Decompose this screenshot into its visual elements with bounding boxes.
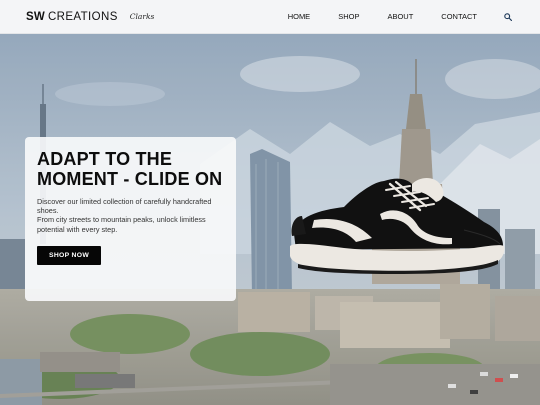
search-icon bbox=[504, 12, 512, 21]
main-nav: HOME SHOP ABOUT CONTACT bbox=[288, 11, 514, 23]
brand-name-rest: CREATIONS bbox=[47, 10, 118, 23]
nav-about[interactable]: ABOUT bbox=[387, 12, 413, 21]
hero-title: ADAPT TO THE MOMENT - CLIDE ON bbox=[37, 149, 223, 189]
nav-contact[interactable]: CONTACT bbox=[441, 12, 477, 21]
sneaker-product-image bbox=[290, 178, 505, 274]
hero-description: Discover our limited collection of caref… bbox=[37, 197, 224, 234]
hero-section: ADAPT TO THE MOMENT - CLIDE ON Discover … bbox=[0, 34, 540, 405]
partner-logo: Clarks bbox=[129, 12, 155, 21]
shop-now-button[interactable]: SHOP NOW bbox=[37, 245, 102, 265]
nav-shop[interactable]: SHOP bbox=[338, 12, 359, 21]
hero-card: ADAPT TO THE MOMENT - CLIDE ON Discover … bbox=[25, 137, 236, 301]
brand-name-bold: SW bbox=[26, 10, 45, 23]
top-navbar: SW CREATIONS Clarks HOME SHOP ABOUT CONT… bbox=[0, 0, 540, 34]
nav-home[interactable]: HOME bbox=[288, 12, 311, 21]
hero-description-line2: From city streets to mountain peaks, unl… bbox=[37, 215, 206, 234]
search-button[interactable] bbox=[502, 11, 514, 23]
brand-logo[interactable]: SW CREATIONS Clarks bbox=[26, 11, 154, 23]
hero-description-line1: Discover our limited collection of caref… bbox=[37, 197, 212, 216]
